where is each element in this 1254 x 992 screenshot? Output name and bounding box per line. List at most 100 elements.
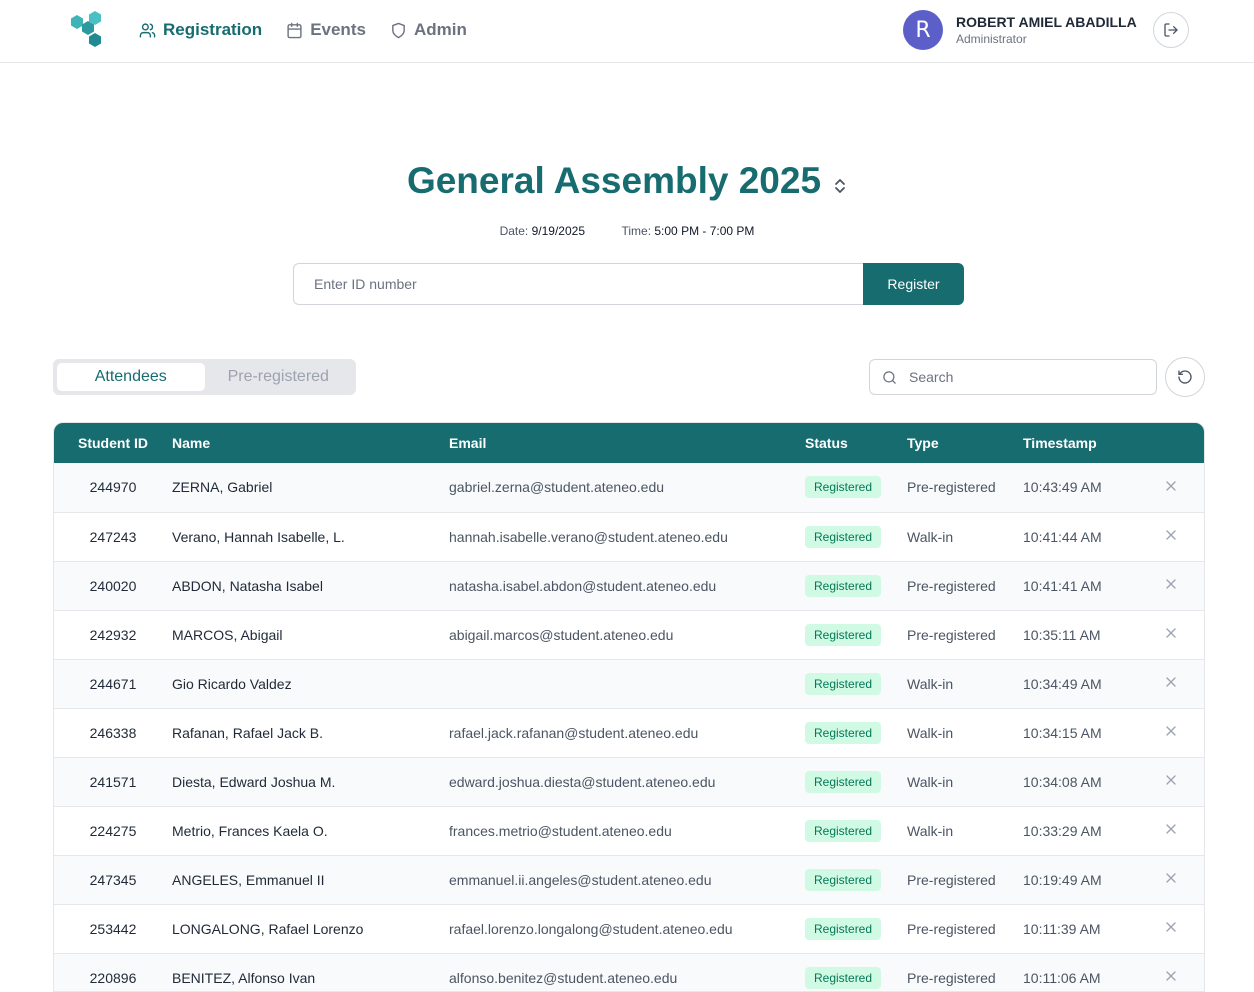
- name-cell: Gio Ricardo Valdez: [172, 659, 449, 709]
- email-cell: natasha.isabel.abdon@student.ateneo.edu: [449, 561, 805, 611]
- remove-cell: [1135, 806, 1204, 856]
- table-row[interactable]: 253442 LONGALONG, Rafael Lorenzo rafael.lo…: [54, 904, 1204, 954]
- timestamp-cell: 10:19:49 AM: [1023, 855, 1135, 905]
- remove-button[interactable]: [1163, 576, 1179, 592]
- top-navbar: Registration Events Admin R ROBERT AMIEL…: [0, 0, 1254, 63]
- user-profile: R ROBERT AMIEL ABADILLA Administrator: [903, 10, 1137, 50]
- event-selector-button[interactable]: [833, 162, 847, 204]
- remove-button[interactable]: [1163, 674, 1179, 690]
- nav-admin-label: Admin: [413, 20, 467, 39]
- remove-button[interactable]: [1163, 723, 1179, 739]
- table-row[interactable]: 220896 BENITEZ, Alfonso Ivan alfonso.benit…: [54, 953, 1204, 991]
- student-id-cell: 244671: [54, 659, 172, 709]
- remove-button[interactable]: [1163, 870, 1179, 886]
- logout-icon: [1164, 23, 1178, 37]
- table-row[interactable]: 224275 Metrio, Frances Kaela O. frances.me…: [54, 806, 1204, 856]
- calendar-icon: [287, 22, 302, 38]
- logo-icon[interactable]: [68, 11, 106, 49]
- close-icon: [1165, 873, 1176, 883]
- status-badge: Registered: [805, 966, 882, 989]
- table-row[interactable]: 240020 ABDON, Natasha Isabel natasha.isabe…: [54, 561, 1204, 611]
- register-button[interactable]: Register: [863, 263, 964, 305]
- remove-cell: [1135, 855, 1204, 905]
- header-student-id[interactable]: Student ID: [54, 423, 172, 463]
- table-row[interactable]: 244970 ZERNA, Gabriel gabriel.zerna@studen…: [54, 463, 1204, 513]
- time-label: Time:: [621, 224, 652, 238]
- name-cell: BENITEZ, Alfonso Ivan: [172, 953, 449, 991]
- status-cell: Registered: [805, 512, 907, 562]
- timestamp-cell: 10:34:49 AM: [1023, 659, 1135, 709]
- tab-preregistered[interactable]: Pre-registered: [205, 363, 353, 391]
- header-name[interactable]: Name: [172, 423, 449, 463]
- table-row[interactable]: 242932 MARCOS, Abigail abigail.marcos@stud…: [54, 610, 1204, 660]
- type-cell: Pre-registered: [907, 904, 1023, 954]
- status-badge: Registered: [805, 819, 882, 842]
- status-cell: Registered: [805, 659, 907, 709]
- table-row[interactable]: 246338 Rafanan, Rafael Jack B. rafael.jack…: [54, 708, 1204, 758]
- close-icon: [1165, 677, 1176, 687]
- status-badge: Registered: [805, 672, 882, 695]
- header-actions: [1135, 423, 1204, 463]
- header-email[interactable]: Email: [449, 423, 805, 463]
- nav-admin[interactable]: Admin: [390, 20, 467, 40]
- status-cell: Registered: [805, 463, 907, 513]
- email-cell: hannah.isabelle.verano@student.ateneo.ed…: [449, 512, 805, 562]
- tab-attendees[interactable]: Attendees: [57, 363, 205, 391]
- email-cell: rafael.jack.rafanan@student.ateneo.edu: [449, 708, 805, 758]
- header-status[interactable]: Status: [805, 423, 907, 463]
- remove-cell: [1135, 953, 1204, 991]
- name-cell: LONGALONG, Rafael Lorenzo: [172, 904, 449, 954]
- remove-cell: [1135, 659, 1204, 709]
- remove-button[interactable]: [1163, 478, 1179, 494]
- header-type[interactable]: Type: [907, 423, 1023, 463]
- student-id-cell: 244970: [54, 463, 172, 513]
- attendee-tabs: Attendees Pre-registered: [53, 359, 356, 395]
- email-cell: alfonso.benitez@student.ateneo.edu: [449, 953, 805, 991]
- status-cell: Registered: [805, 855, 907, 905]
- student-id-cell: 242932: [54, 610, 172, 660]
- table-row[interactable]: 241571 Diesta, Edward Joshua M. edward.jos…: [54, 757, 1204, 807]
- email-cell: rafael.lorenzo.longalong@student.ateneo.…: [449, 904, 805, 954]
- name-cell: Metrio, Frances Kaela O.: [172, 806, 449, 856]
- status-badge: Registered: [805, 525, 882, 548]
- avatar[interactable]: R: [903, 10, 943, 50]
- attendees-table: Student ID Name Email Status Type Timest…: [53, 422, 1205, 992]
- status-badge: Registered: [805, 721, 882, 744]
- logout-button[interactable]: [1153, 12, 1189, 48]
- type-cell: Pre-registered: [907, 953, 1023, 991]
- close-icon: [1165, 824, 1176, 834]
- table-row[interactable]: 244671 Gio Ricardo Valdez Registered Walk-i…: [54, 659, 1204, 709]
- type-cell: Walk-in: [907, 708, 1023, 758]
- student-id-cell: 247243: [54, 512, 172, 562]
- status-cell: Registered: [805, 757, 907, 807]
- status-badge: Registered: [805, 574, 882, 597]
- name-cell: ZERNA, Gabriel: [172, 463, 449, 513]
- nav-events[interactable]: Events: [286, 20, 366, 40]
- remove-button[interactable]: [1163, 625, 1179, 641]
- table-row[interactable]: 247345 ANGELES, Emmanuel II emmanuel.ii.an…: [54, 855, 1204, 905]
- remove-button[interactable]: [1163, 772, 1179, 788]
- status-cell: Registered: [805, 610, 907, 660]
- name-cell: Rafanan, Rafael Jack B.: [172, 708, 449, 758]
- refresh-icon: [1178, 370, 1192, 384]
- close-icon: [1165, 971, 1176, 981]
- table-row[interactable]: 247243 Verano, Hannah Isabelle, L. hannah.…: [54, 512, 1204, 562]
- refresh-button[interactable]: [1165, 357, 1205, 397]
- header-timestamp[interactable]: Timestamp: [1023, 423, 1135, 463]
- table-header: Student ID Name Email Status Type Timest…: [54, 423, 1204, 463]
- student-id-cell: 220896: [54, 953, 172, 991]
- close-icon: [1165, 628, 1176, 638]
- remove-button[interactable]: [1163, 919, 1179, 935]
- remove-button[interactable]: [1163, 821, 1179, 837]
- id-number-input[interactable]: [293, 263, 863, 305]
- student-id-cell: 224275: [54, 806, 172, 856]
- student-id-cell: 240020: [54, 561, 172, 611]
- remove-button[interactable]: [1163, 968, 1179, 984]
- email-cell: abigail.marcos@student.ateneo.edu: [449, 610, 805, 660]
- search-input[interactable]: [909, 369, 1139, 385]
- timestamp-cell: 10:43:49 AM: [1023, 463, 1135, 513]
- remove-button[interactable]: [1163, 527, 1179, 543]
- type-cell: Walk-in: [907, 806, 1023, 856]
- date-label: Date:: [499, 224, 529, 238]
- nav-registration[interactable]: Registration: [139, 20, 262, 40]
